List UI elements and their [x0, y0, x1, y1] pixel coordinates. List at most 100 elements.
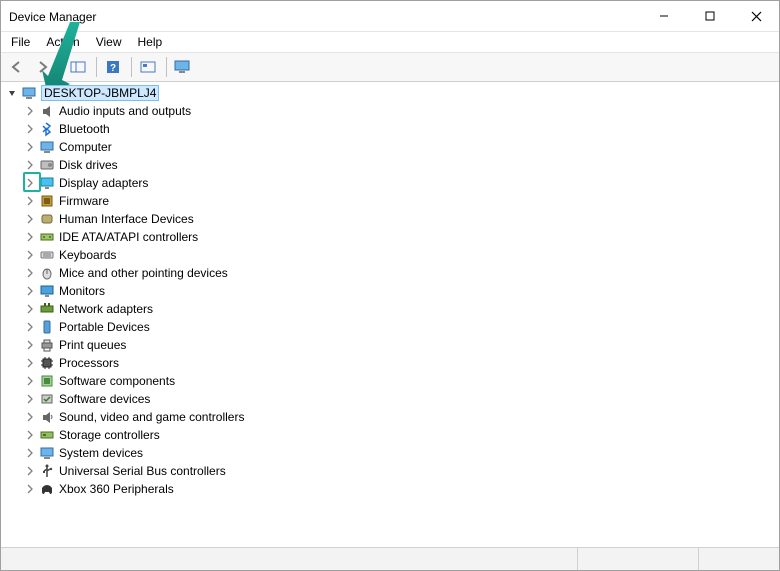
tree-item[interactable]: IDE ATA/ATAPI controllers — [5, 228, 779, 246]
tree-item[interactable]: Print queues — [5, 336, 779, 354]
forward-arrow-icon — [35, 60, 51, 74]
menu-action[interactable]: Action — [38, 33, 87, 51]
window-title: Device Manager — [9, 8, 641, 24]
chevron-right-icon[interactable] — [23, 230, 37, 244]
software-device-icon — [39, 391, 55, 407]
mouse-icon — [39, 265, 55, 281]
chevron-right-icon[interactable] — [23, 104, 37, 118]
tree-item-label: Software devices — [59, 392, 150, 406]
chevron-right-icon[interactable] — [23, 140, 37, 154]
tree-item[interactable]: Sound, video and game controllers — [5, 408, 779, 426]
tree-item-label: Software components — [59, 374, 175, 388]
scan-hardware-button[interactable] — [136, 56, 160, 78]
tree-item[interactable]: Universal Serial Bus controllers — [5, 462, 779, 480]
tree-item[interactable]: System devices — [5, 444, 779, 462]
toolbar: ? — [1, 53, 779, 82]
tree-item-label: Bluetooth — [59, 122, 110, 136]
close-button[interactable] — [733, 1, 779, 31]
tree-item[interactable]: Processors — [5, 354, 779, 372]
chevron-right-icon[interactable] — [23, 212, 37, 226]
chevron-right-icon[interactable] — [23, 158, 37, 172]
xbox-icon — [39, 481, 55, 497]
minimize-button[interactable] — [641, 1, 687, 31]
tree-item-label: Keyboards — [59, 248, 116, 262]
chevron-right-icon[interactable] — [23, 356, 37, 370]
chevron-right-icon[interactable] — [23, 302, 37, 316]
usb-icon — [39, 463, 55, 479]
maximize-button[interactable] — [687, 1, 733, 31]
menu-file[interactable]: File — [3, 33, 38, 51]
chevron-right-icon[interactable] — [23, 392, 37, 406]
tree-item[interactable]: Display adapters — [5, 174, 779, 192]
maximize-icon — [705, 11, 715, 21]
software-component-icon — [39, 373, 55, 389]
chevron-right-icon[interactable] — [23, 374, 37, 388]
chevron-right-icon[interactable] — [23, 284, 37, 298]
tree-item-label: Universal Serial Bus controllers — [59, 464, 226, 478]
show-hide-console-button[interactable] — [66, 56, 90, 78]
tree-item[interactable]: Human Interface Devices — [5, 210, 779, 228]
statusbar-pane — [577, 548, 698, 570]
tree-item[interactable]: Mice and other pointing devices — [5, 264, 779, 282]
tree-item[interactable]: Monitors — [5, 282, 779, 300]
help-icon: ? — [105, 59, 121, 75]
tree-item[interactable]: Keyboards — [5, 246, 779, 264]
tree-item-label: Display adapters — [59, 176, 148, 190]
console-tree-icon — [70, 60, 86, 74]
ide-icon — [39, 229, 55, 245]
tree-item[interactable]: Software devices — [5, 390, 779, 408]
chevron-right-icon[interactable] — [23, 410, 37, 424]
titlebar: Device Manager — [1, 1, 779, 32]
statusbar-pane — [698, 548, 779, 570]
tree-item[interactable]: Storage controllers — [5, 426, 779, 444]
chevron-right-icon[interactable] — [23, 446, 37, 460]
tree-item[interactable]: Bluetooth — [5, 120, 779, 138]
chevron-right-icon[interactable] — [23, 464, 37, 478]
close-icon — [751, 11, 762, 22]
tree-item-label: Mice and other pointing devices — [59, 266, 228, 280]
chevron-down-icon[interactable] — [5, 86, 19, 100]
toolbar-separator — [61, 57, 62, 77]
chevron-right-icon[interactable] — [23, 320, 37, 334]
tree-item[interactable]: Audio inputs and outputs — [5, 102, 779, 120]
chevron-right-icon[interactable] — [23, 248, 37, 262]
toolbar-separator — [166, 57, 167, 77]
tree-item[interactable]: Software components — [5, 372, 779, 390]
devices-monitor-button[interactable] — [171, 56, 195, 78]
tree-item[interactable]: Disk drives — [5, 156, 779, 174]
chevron-right-icon[interactable] — [23, 266, 37, 280]
chevron-right-icon[interactable] — [23, 194, 37, 208]
toolbar-separator — [131, 57, 132, 77]
tree-item[interactable]: Portable Devices — [5, 318, 779, 336]
tree-item-label: Storage controllers — [59, 428, 160, 442]
chevron-right-icon[interactable] — [23, 338, 37, 352]
tree-item-label: Xbox 360 Peripherals — [59, 482, 174, 496]
forward-button[interactable] — [31, 56, 55, 78]
back-arrow-icon — [9, 60, 25, 74]
chevron-right-icon[interactable] — [23, 482, 37, 496]
statusbar — [1, 547, 779, 570]
tree-item[interactable]: Computer — [5, 138, 779, 156]
sound-icon — [39, 409, 55, 425]
help-button[interactable]: ? — [101, 56, 125, 78]
tree-item-label: Audio inputs and outputs — [59, 104, 191, 118]
audio-icon — [39, 103, 55, 119]
tree-item[interactable]: Xbox 360 Peripherals — [5, 480, 779, 498]
chevron-right-icon[interactable] — [23, 176, 37, 190]
device-tree[interactable]: DESKTOP-JBMPLJ4 Audio inputs and outputs B… — [1, 82, 779, 547]
tree-item-label: Network adapters — [59, 302, 153, 316]
computer-icon — [21, 85, 37, 101]
monitor-icon — [174, 60, 192, 74]
tree-item-label: Sound, video and game controllers — [59, 410, 244, 424]
tree-item[interactable]: Firmware — [5, 192, 779, 210]
back-button[interactable] — [5, 56, 29, 78]
tree-item-label: Computer — [59, 140, 112, 154]
bluetooth-icon — [39, 121, 55, 137]
chevron-right-icon[interactable] — [23, 428, 37, 442]
disk-icon — [39, 157, 55, 173]
menu-view[interactable]: View — [88, 33, 130, 51]
tree-item[interactable]: Network adapters — [5, 300, 779, 318]
menu-help[interactable]: Help — [130, 33, 171, 51]
tree-root[interactable]: DESKTOP-JBMPLJ4 — [5, 84, 779, 102]
chevron-right-icon[interactable] — [23, 122, 37, 136]
